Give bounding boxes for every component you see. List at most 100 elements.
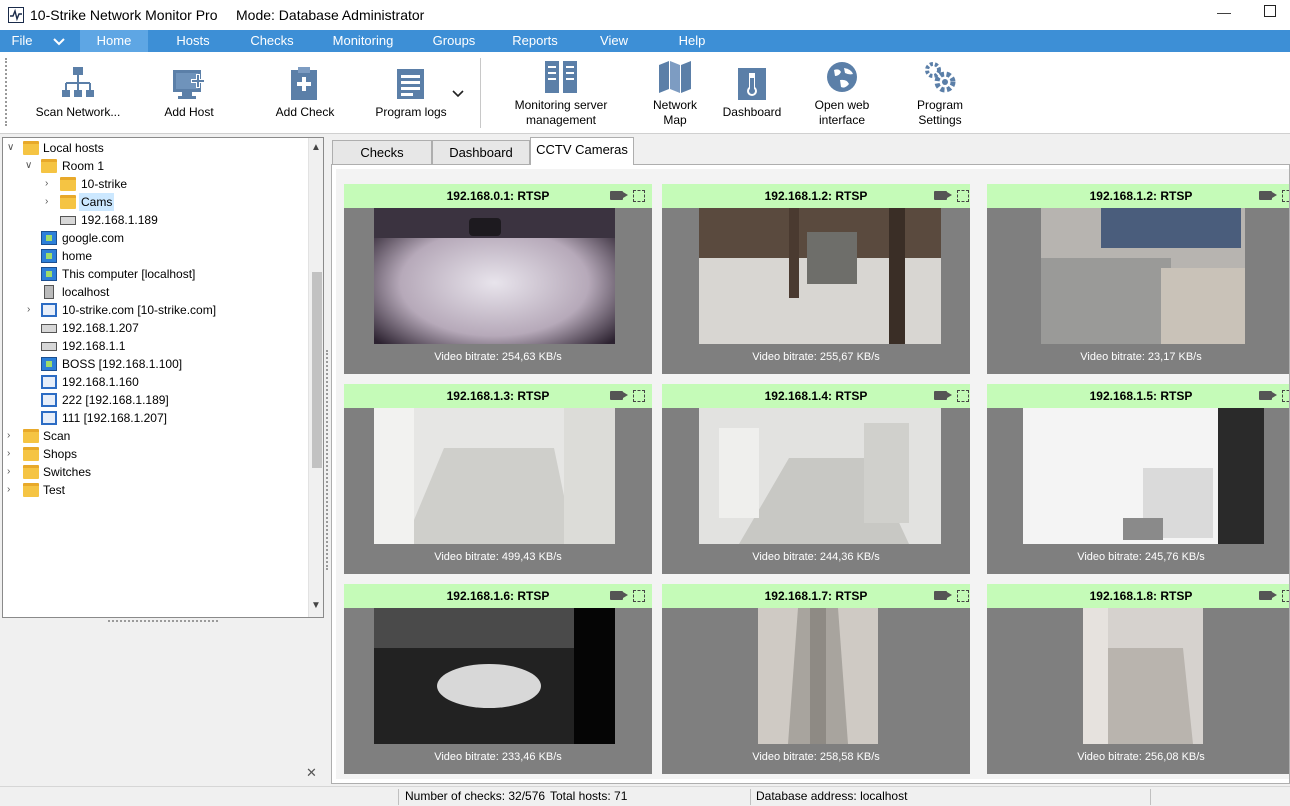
fullscreen-icon[interactable] — [633, 190, 645, 202]
camera-header: 192.168.1.5: RTSP — [987, 384, 1289, 408]
folder-icon — [23, 465, 39, 479]
panel-splitter-vertical[interactable] — [326, 350, 329, 570]
monitoring-server-button[interactable]: Monitoring server management — [502, 52, 620, 134]
expand-icon[interactable]: › — [7, 427, 19, 445]
panel-splitter-horizontal[interactable] — [108, 620, 218, 624]
expand-icon[interactable]: › — [7, 445, 19, 463]
fullscreen-icon[interactable] — [633, 390, 645, 402]
video-camera-icon[interactable] — [610, 391, 628, 400]
menu-checks[interactable]: Checks — [240, 30, 304, 52]
menu-view[interactable]: View — [590, 30, 638, 52]
folder-icon — [60, 177, 76, 191]
menu-reports[interactable]: Reports — [502, 30, 568, 52]
menu-home[interactable]: Home — [80, 30, 148, 52]
scroll-up-icon[interactable]: ▲ — [311, 142, 321, 153]
video-camera-icon[interactable] — [934, 391, 952, 400]
folder-icon — [41, 159, 57, 173]
tree-label: Room 1 — [62, 159, 105, 173]
camera-tile[interactable]: 192.168.1.4: RTSP Video bitrate: 244,36 … — [662, 384, 970, 574]
camera-header: 192.168.1.4: RTSP — [662, 384, 970, 408]
dashboard-button[interactable]: Dashboard — [716, 52, 788, 134]
menu-help[interactable]: Help — [668, 30, 716, 52]
fullscreen-icon[interactable] — [957, 590, 969, 602]
camera-video-feed[interactable] — [758, 608, 878, 744]
camera-video-feed[interactable] — [374, 608, 615, 744]
program-logs-dropdown-icon[interactable] — [452, 88, 464, 98]
camera-video-feed[interactable] — [374, 408, 615, 544]
camera-video-feed[interactable] — [1083, 608, 1203, 744]
add-host-button[interactable]: Add Host — [148, 52, 230, 134]
camera-bitrate: Video bitrate: 245,76 KB/s — [1077, 551, 1205, 563]
camera-tile[interactable]: 192.168.1.2: RTSP Video bitrate: 23,17 K… — [987, 184, 1289, 374]
menu-hosts[interactable]: Hosts — [162, 30, 224, 52]
expand-icon[interactable]: › — [45, 175, 57, 193]
camera-header: 192.168.1.7: RTSP — [662, 584, 970, 608]
chevron-down-icon[interactable] — [52, 30, 66, 52]
maximize-button[interactable] — [1264, 5, 1276, 17]
camera-video-feed[interactable] — [1023, 408, 1264, 544]
fullscreen-icon[interactable] — [957, 190, 969, 202]
camera-bitrate: Video bitrate: 256,08 KB/s — [1077, 751, 1205, 763]
fullscreen-icon[interactable] — [1282, 190, 1289, 202]
tab-dashboard[interactable]: Dashboard — [432, 140, 530, 164]
camera-video-feed[interactable] — [1041, 208, 1245, 344]
fullscreen-icon[interactable] — [1282, 590, 1289, 602]
menu-groups[interactable]: Groups — [422, 30, 486, 52]
camera-tile[interactable]: 192.168.1.3: RTSP Video bitrate: 499,43 … — [344, 384, 652, 574]
scroll-down-icon[interactable]: ▼ — [311, 600, 321, 611]
camera-tile[interactable]: 192.168.1.2: RTSP Video bitrate: 255,67 … — [662, 184, 970, 374]
expand-icon[interactable]: › — [45, 193, 57, 211]
camera-title: 192.168.1.5: RTSP — [1089, 389, 1193, 403]
add-check-button[interactable]: Add Check — [264, 52, 346, 134]
tree-label: 222 [192.168.1.189] — [62, 393, 169, 407]
app-window: 10-Strike Network Monitor Pro Mode: Data… — [0, 0, 1290, 806]
minimize-button[interactable]: — — [1217, 4, 1231, 20]
open-web-label-1: Open web — [814, 98, 870, 112]
camera-tile[interactable]: 192.168.1.8: RTSP Video bitrate: 256,08 … — [987, 584, 1289, 774]
menu-file[interactable]: File — [0, 30, 44, 52]
expand-icon[interactable]: › — [7, 481, 19, 499]
tab-cctv-cameras[interactable]: CCTV Cameras — [530, 137, 634, 165]
router-icon — [41, 342, 57, 351]
fullscreen-icon[interactable] — [633, 590, 645, 602]
tab-checks[interactable]: Checks — [332, 140, 432, 164]
scrollbar-thumb[interactable] — [312, 272, 322, 468]
menu-monitoring[interactable]: Monitoring — [322, 30, 404, 52]
scan-network-button[interactable]: Scan Network... — [28, 52, 128, 134]
tree-scrollbar[interactable]: ▲ ▼ — [308, 138, 323, 617]
video-camera-icon[interactable] — [934, 191, 952, 200]
camera-title: 192.168.1.7: RTSP — [764, 589, 868, 603]
camera-video-feed[interactable] — [374, 208, 615, 344]
expand-icon[interactable]: › — [7, 463, 19, 481]
fullscreen-icon[interactable] — [957, 390, 969, 402]
camera-video-feed[interactable] — [699, 208, 941, 344]
close-icon[interactable]: ✕ — [306, 765, 317, 781]
video-camera-icon[interactable] — [1259, 191, 1277, 200]
computer-icon — [41, 303, 57, 317]
tree-label: Local hosts — [43, 141, 104, 155]
camera-tile[interactable]: 192.168.0.1: RTSP Video bitrate: 254,63 … — [344, 184, 652, 374]
camera-tile[interactable]: 192.168.1.6: RTSP Video bitrate: 233,46 … — [344, 584, 652, 774]
program-settings-label-2: Settings — [918, 113, 962, 127]
video-camera-icon[interactable] — [610, 591, 628, 600]
tree-label: This computer [localhost] — [62, 267, 196, 281]
camera-tile[interactable]: 192.168.1.5: RTSP Video bitrate: 245,76 … — [987, 384, 1289, 574]
video-camera-icon[interactable] — [1259, 591, 1277, 600]
video-camera-icon[interactable] — [1259, 391, 1277, 400]
camera-grid-inner: 192.168.0.1: RTSP Video bitrate: 254,63 … — [336, 169, 1289, 779]
video-camera-icon[interactable] — [934, 591, 952, 600]
collapse-icon[interactable]: ∨ — [7, 139, 19, 157]
camera-tile[interactable]: 192.168.1.7: RTSP Video bitrate: 258,58 … — [662, 584, 970, 774]
collapse-icon[interactable]: ∨ — [25, 157, 37, 175]
expand-icon[interactable]: › — [27, 301, 39, 319]
camera-video-feed[interactable] — [699, 408, 941, 544]
video-camera-icon[interactable] — [610, 191, 628, 200]
open-web-interface-button[interactable]: Open web interface — [800, 52, 884, 134]
fullscreen-icon[interactable] — [1282, 390, 1289, 402]
network-map-button[interactable]: Network Map — [642, 52, 708, 134]
camera-title: 192.168.1.2: RTSP — [764, 189, 868, 203]
status-checks: Number of checks: 32/576 — [405, 789, 546, 803]
program-settings-button[interactable]: Program Settings — [898, 52, 982, 134]
program-logs-button[interactable]: Program logs — [366, 52, 456, 134]
toolbar-grip[interactable] — [5, 58, 8, 126]
